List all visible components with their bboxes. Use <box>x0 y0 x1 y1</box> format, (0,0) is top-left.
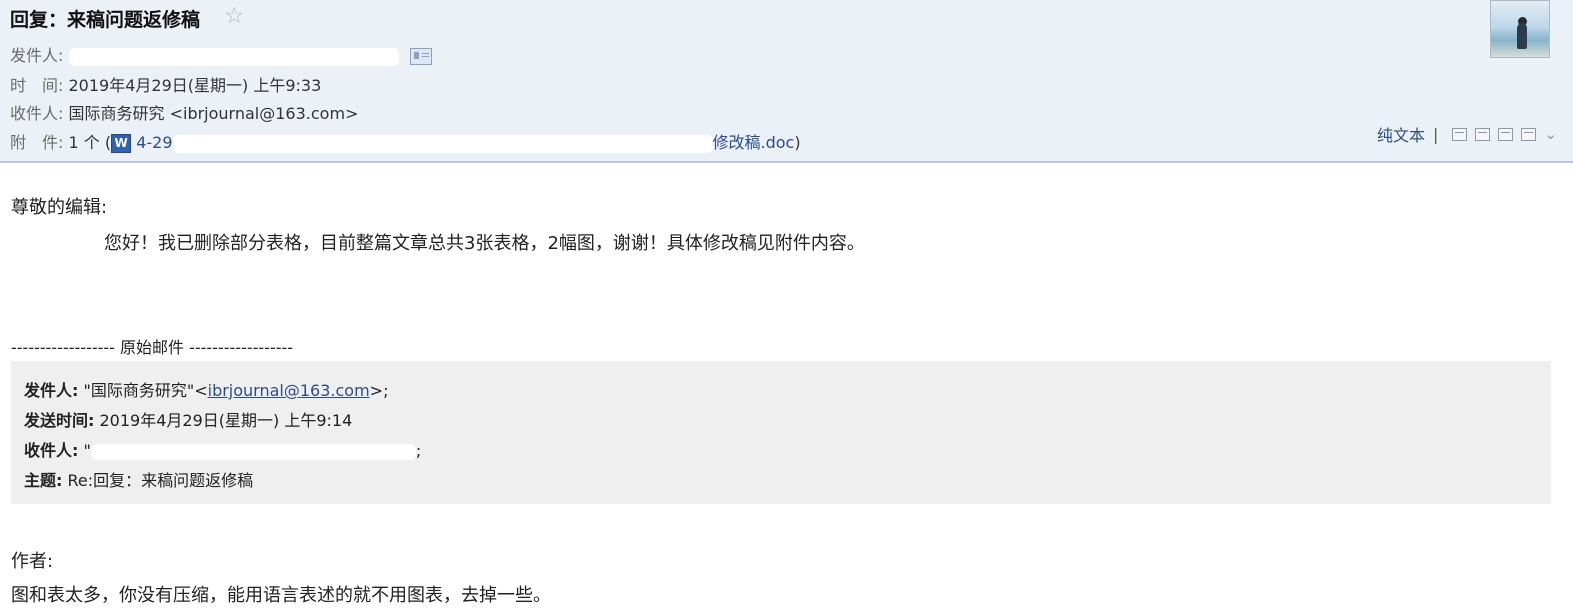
from-row: 发件人: <box>10 42 432 66</box>
attachment-label: 附 件: <box>10 133 64 152</box>
from-label: 发件人: <box>10 46 64 65</box>
quoted-sent-value: 2019年4月29日(星期一) 上午9:14 <box>94 411 353 430</box>
print-icon[interactable] <box>1521 127 1537 141</box>
original-mail-separator: ------------------ 原始邮件 ----------------… <box>11 338 294 357</box>
redacted-recipient <box>90 443 416 460</box>
to-value[interactable]: 国际商务研究 <ibrjournal@163.com> <box>69 104 359 123</box>
sender-avatar[interactable] <box>1490 0 1550 58</box>
star-icon[interactable]: ☆ <box>224 3 245 29</box>
email-header: 回复：来稿问题返修稿 ☆ 发件人: 时 间: 2019年4月29日(星期一) 上… <box>0 0 1573 163</box>
quoted-to-row: 收件人: "; <box>24 441 422 460</box>
quoted-from-email-link[interactable]: ibrjournal@163.com <box>208 381 370 400</box>
expand-chevron-icon[interactable]: ⌄ <box>1544 125 1557 143</box>
quoted-from-row: 发件人: "国际商务研究"<ibrjournal@163.com>; <box>24 381 389 400</box>
email-subject: 回复：来稿问题返修稿 <box>10 9 201 31</box>
editor-comment: 图和表太多，你没有压缩，能用语言表述的就不用图表，去掉一些。 <box>11 585 551 606</box>
to-label: 收件人: <box>10 104 64 123</box>
quoted-to-label: 收件人: <box>24 441 79 460</box>
to-row: 收件人: 国际商务研究 <ibrjournal@163.com> <box>10 100 358 124</box>
quoted-subject-label: 主题: <box>24 471 63 490</box>
email-toolbar: 纯文本 | ⌄ <box>1377 122 1557 146</box>
contact-card-icon[interactable] <box>409 48 432 65</box>
time-value: 2019年4月29日(星期一) 上午9:33 <box>68 76 322 95</box>
greeting: 尊敬的编辑: <box>11 197 108 218</box>
quoted-subject-row: 主题: Re:回复：来稿问题返修稿 <box>24 467 253 491</box>
download-icon[interactable] <box>1498 127 1514 141</box>
quoted-sent-row: 发送时间: 2019年4月29日(星期一) 上午9:14 <box>24 407 352 431</box>
attachment-link[interactable]: 4-29 修改稿.doc <box>136 133 794 153</box>
quoted-sent-label: 发送时间: <box>24 411 95 430</box>
toolbar-separator: | <box>1433 124 1439 144</box>
attachment-close: ) <box>794 133 801 152</box>
print-preview-icon[interactable] <box>1475 127 1491 141</box>
body-paragraph: 您好！我已删除部分表格，目前整篇文章总共3张表格，2幅图，谢谢！具体修改稿见附件… <box>104 233 865 254</box>
quoted-from-label: 发件人: <box>24 381 79 400</box>
attachment-count: 1 个 ( <box>68 133 112 152</box>
attachment-row: 附 件: 1 个 (W 4-29 修改稿.doc) <box>10 129 801 153</box>
new-window-icon[interactable] <box>1452 127 1468 141</box>
author-label: 作者: <box>11 551 54 572</box>
redacted-sender <box>68 47 399 66</box>
quoted-subject-value: Re:回复：来稿问题返修稿 <box>62 471 254 490</box>
time-row: 时 间: 2019年4月29日(星期一) 上午9:33 <box>10 72 321 96</box>
time-label: 时 间: <box>10 76 64 95</box>
quoted-header-block: 发件人: "国际商务研究"<ibrjournal@163.com>; 发送时间:… <box>11 361 1551 504</box>
plain-text-button[interactable]: 纯文本 <box>1377 122 1425 146</box>
word-doc-icon: W <box>111 134 132 153</box>
